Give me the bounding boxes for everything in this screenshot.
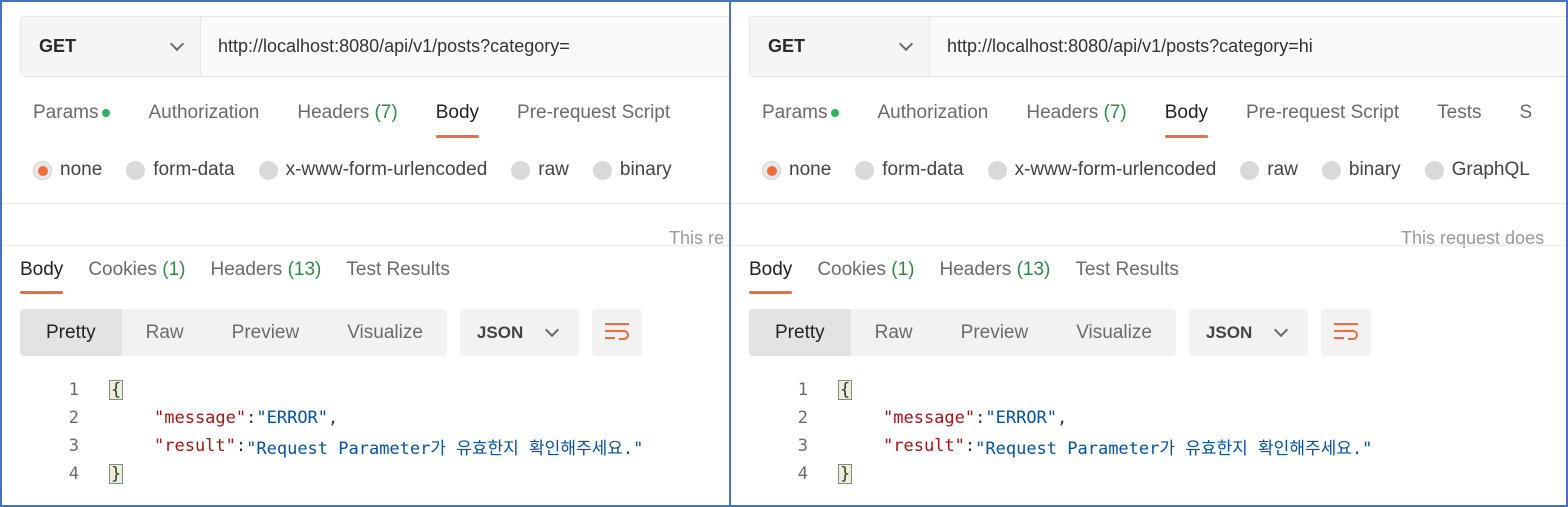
format-label: JSON — [1205, 322, 1253, 342]
response-tab-headers[interactable]: Headers (13) — [210, 259, 321, 294]
view-visualize-button[interactable]: Visualize — [323, 309, 447, 356]
divider — [2, 245, 729, 246]
response-toolbar: Pretty Raw Preview Visualize JSON — [20, 309, 642, 356]
response-tab-body[interactable]: Body — [20, 259, 64, 294]
params-indicator-dot — [831, 108, 840, 117]
response-code: 1{ 2 "message": "ERROR", 3 "result": "Requ… — [731, 376, 1566, 488]
response-tab-body[interactable]: Body — [749, 259, 793, 294]
divider — [731, 245, 1566, 246]
view-mode-segment: Pretty Raw Preview Visualize — [749, 309, 1176, 356]
radio-graphql[interactable]: GraphQL — [1424, 159, 1530, 181]
view-preview-button[interactable]: Preview — [208, 309, 324, 356]
response-tab-cookies[interactable]: Cookies (1) — [88, 259, 185, 294]
tab-headers[interactable]: Headers (7) — [297, 102, 397, 138]
wrap-lines-button[interactable] — [591, 309, 642, 356]
chevron-down-icon — [169, 36, 185, 52]
radio-selected-icon — [762, 160, 781, 180]
radio-binary[interactable]: binary — [592, 159, 672, 181]
response-tab-test-results[interactable]: Test Results — [346, 259, 449, 294]
method-select[interactable]: GET — [21, 17, 201, 76]
radio-raw[interactable]: raw — [1240, 159, 1298, 181]
method-select[interactable]: GET — [750, 17, 930, 76]
radio-x-www-form-urlencoded[interactable]: x-www-form-urlencoded — [987, 159, 1216, 181]
radio-none[interactable]: none — [762, 159, 831, 181]
tab-pre-request-script[interactable]: Pre-request Script — [1246, 102, 1399, 138]
tab-headers[interactable]: Headers (7) — [1026, 102, 1126, 138]
format-select[interactable]: JSON — [1188, 309, 1308, 356]
radio-binary[interactable]: binary — [1321, 159, 1401, 181]
view-preview-button[interactable]: Preview — [937, 309, 1053, 356]
code-line: 4} — [68, 464, 124, 484]
view-mode-segment: Pretty Raw Preview Visualize — [20, 309, 447, 356]
tab-tests[interactable]: Tests — [1437, 102, 1481, 138]
tab-params[interactable]: Params — [33, 102, 111, 138]
tab-body[interactable]: Body — [1164, 102, 1209, 138]
wrap-lines-icon — [604, 323, 629, 343]
method-label: GET — [39, 36, 77, 56]
response-tab-headers[interactable]: Headers (13) — [939, 259, 1050, 294]
wrap-lines-button[interactable] — [1320, 309, 1371, 356]
tab-pre-request-script[interactable]: Pre-request Script — [517, 102, 670, 138]
radio-icon — [126, 160, 146, 180]
code-line: 1{ — [68, 380, 124, 400]
divider — [731, 203, 1566, 204]
chevron-down-icon — [1273, 322, 1288, 338]
code-line: 1{ — [797, 380, 853, 400]
radio-icon — [258, 160, 278, 180]
view-pretty-button[interactable]: Pretty — [749, 309, 851, 356]
tab-body[interactable]: Body — [435, 102, 480, 138]
code-line: 2 "message": "ERROR", — [797, 408, 1068, 428]
code-line: 3 "result": "Request Parameter가 유효한지 확인해주… — [68, 436, 644, 459]
code-line: 4} — [797, 464, 853, 484]
radio-selected-icon — [33, 160, 52, 180]
url-input[interactable]: http://localhost:8080/api/v1/posts?categ… — [201, 36, 570, 57]
code-line: 2 "message": "ERROR", — [68, 408, 339, 428]
screenshot: GET http://localhost:8080/api/v1/posts?c… — [0, 0, 1568, 507]
response-tabs: Body Cookies (1) Headers (13) Test Resul… — [20, 259, 475, 294]
chevron-down-icon — [898, 36, 914, 52]
request-url-bar: GET http://localhost:8080/api/v1/posts?c… — [749, 16, 1566, 77]
postman-panel-left: GET http://localhost:8080/api/v1/posts?c… — [0, 0, 731, 507]
postman-panel-right: GET http://localhost:8080/api/v1/posts?c… — [729, 0, 1568, 507]
method-label: GET — [768, 36, 806, 56]
radio-raw[interactable]: raw — [511, 159, 569, 181]
tab-settings[interactable]: S — [1520, 102, 1533, 138]
view-pretty-button[interactable]: Pretty — [20, 309, 122, 356]
url-input[interactable]: http://localhost:8080/api/v1/posts?categ… — [930, 36, 1313, 57]
radio-icon — [1321, 160, 1341, 180]
params-indicator-dot — [102, 108, 111, 117]
code-line: 3 "result": "Request Parameter가 유효한지 확인해주… — [797, 436, 1373, 459]
response-tab-test-results[interactable]: Test Results — [1075, 259, 1178, 294]
radio-icon — [1424, 160, 1444, 180]
wrap-lines-icon — [1333, 323, 1358, 343]
tab-params[interactable]: Params — [762, 102, 840, 138]
response-tab-cookies[interactable]: Cookies (1) — [817, 259, 914, 294]
radio-form-data[interactable]: form-data — [855, 159, 964, 181]
response-toolbar: Pretty Raw Preview Visualize JSON — [749, 309, 1371, 356]
tab-authorization[interactable]: Authorization — [148, 102, 259, 138]
tab-authorization[interactable]: Authorization — [877, 102, 988, 138]
format-select[interactable]: JSON — [459, 309, 579, 356]
response-tabs: Body Cookies (1) Headers (13) Test Resul… — [749, 259, 1204, 294]
radio-form-data[interactable]: form-data — [126, 159, 235, 181]
divider — [2, 203, 729, 204]
request-url-bar: GET http://localhost:8080/api/v1/posts?c… — [20, 16, 729, 77]
view-raw-button[interactable]: Raw — [122, 309, 208, 356]
view-raw-button[interactable]: Raw — [851, 309, 937, 356]
chevron-down-icon — [544, 322, 559, 338]
request-tabs: Params Authorization Headers (7) Body Pr… — [33, 102, 708, 138]
format-label: JSON — [476, 322, 524, 342]
body-type-options: none form-data x-www-form-urlencoded raw… — [33, 159, 696, 181]
view-visualize-button[interactable]: Visualize — [1052, 309, 1176, 356]
response-code: 1{ 2 "message": "ERROR", 3 "result": "Requ… — [2, 376, 729, 488]
radio-none[interactable]: none — [33, 159, 102, 181]
radio-icon — [1240, 160, 1260, 180]
body-type-options: none form-data x-www-form-urlencoded raw… — [762, 159, 1554, 181]
radio-icon — [511, 160, 531, 180]
request-tabs: Params Authorization Headers (7) Body Pr… — [762, 102, 1566, 138]
radio-icon — [855, 160, 875, 180]
radio-icon — [987, 160, 1007, 180]
radio-x-www-form-urlencoded[interactable]: x-www-form-urlencoded — [258, 159, 487, 181]
radio-icon — [592, 160, 612, 180]
